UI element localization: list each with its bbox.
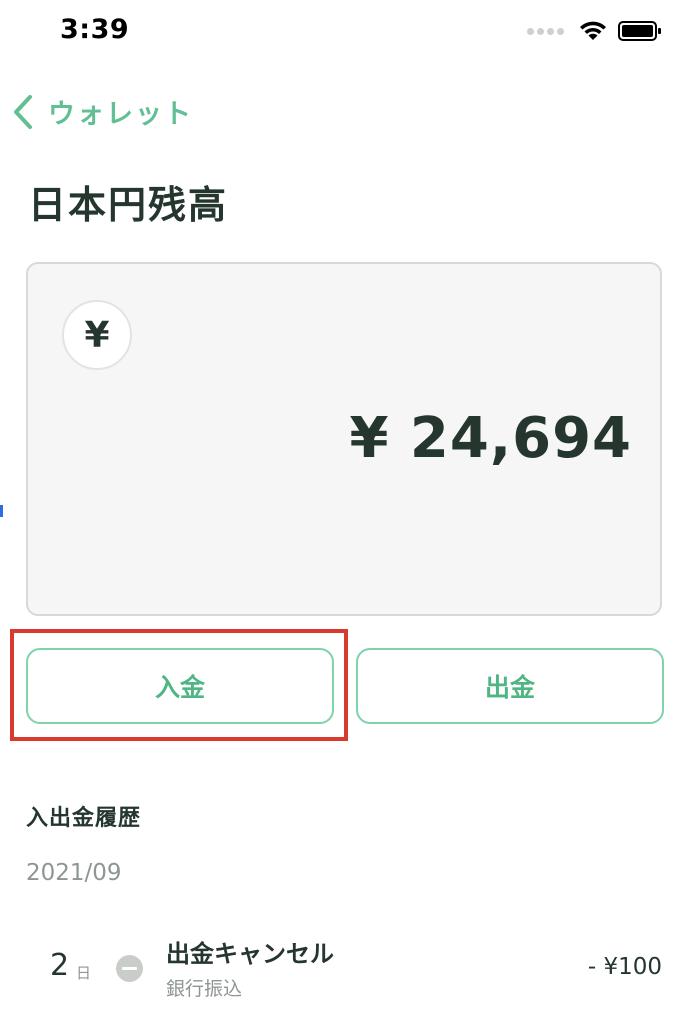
- back-button[interactable]: ウォレット: [12, 92, 193, 131]
- page-title: 日本円残高: [28, 183, 229, 227]
- edge-accent: [0, 505, 3, 517]
- transaction-amount: - ¥100: [587, 954, 662, 980]
- transaction-row[interactable]: 2 日 出金キャンセル 銀行振込 - ¥100: [0, 926, 688, 1006]
- history-month-label: 2021/09: [26, 860, 122, 886]
- transaction-method: 銀行振込: [166, 978, 243, 1000]
- transaction-day: 2: [50, 948, 70, 983]
- transaction-day-unit: 日: [76, 964, 92, 982]
- wifi-icon: [580, 21, 606, 40]
- cellular-signal-icon: [527, 27, 564, 35]
- battery-icon: [618, 21, 661, 41]
- back-button-label: ウォレット: [48, 99, 193, 130]
- status-indicators: [527, 20, 662, 42]
- balance-card: ¥ ¥ 24,694: [26, 262, 662, 616]
- withdraw-button[interactable]: 出金: [356, 648, 664, 724]
- chevron-left-icon: [14, 94, 32, 129]
- status-time: 3:39: [60, 14, 130, 45]
- history-section-title: 入出金履歴: [26, 806, 142, 831]
- deposit-button[interactable]: 入金: [26, 648, 334, 724]
- balance-amount: ¥ 24,694: [349, 406, 632, 471]
- yen-currency-icon: ¥: [62, 300, 132, 370]
- minus-circle-icon: [116, 955, 143, 982]
- status-bar: 3:39: [0, 0, 688, 66]
- transaction-title: 出金キャンセル: [166, 940, 334, 968]
